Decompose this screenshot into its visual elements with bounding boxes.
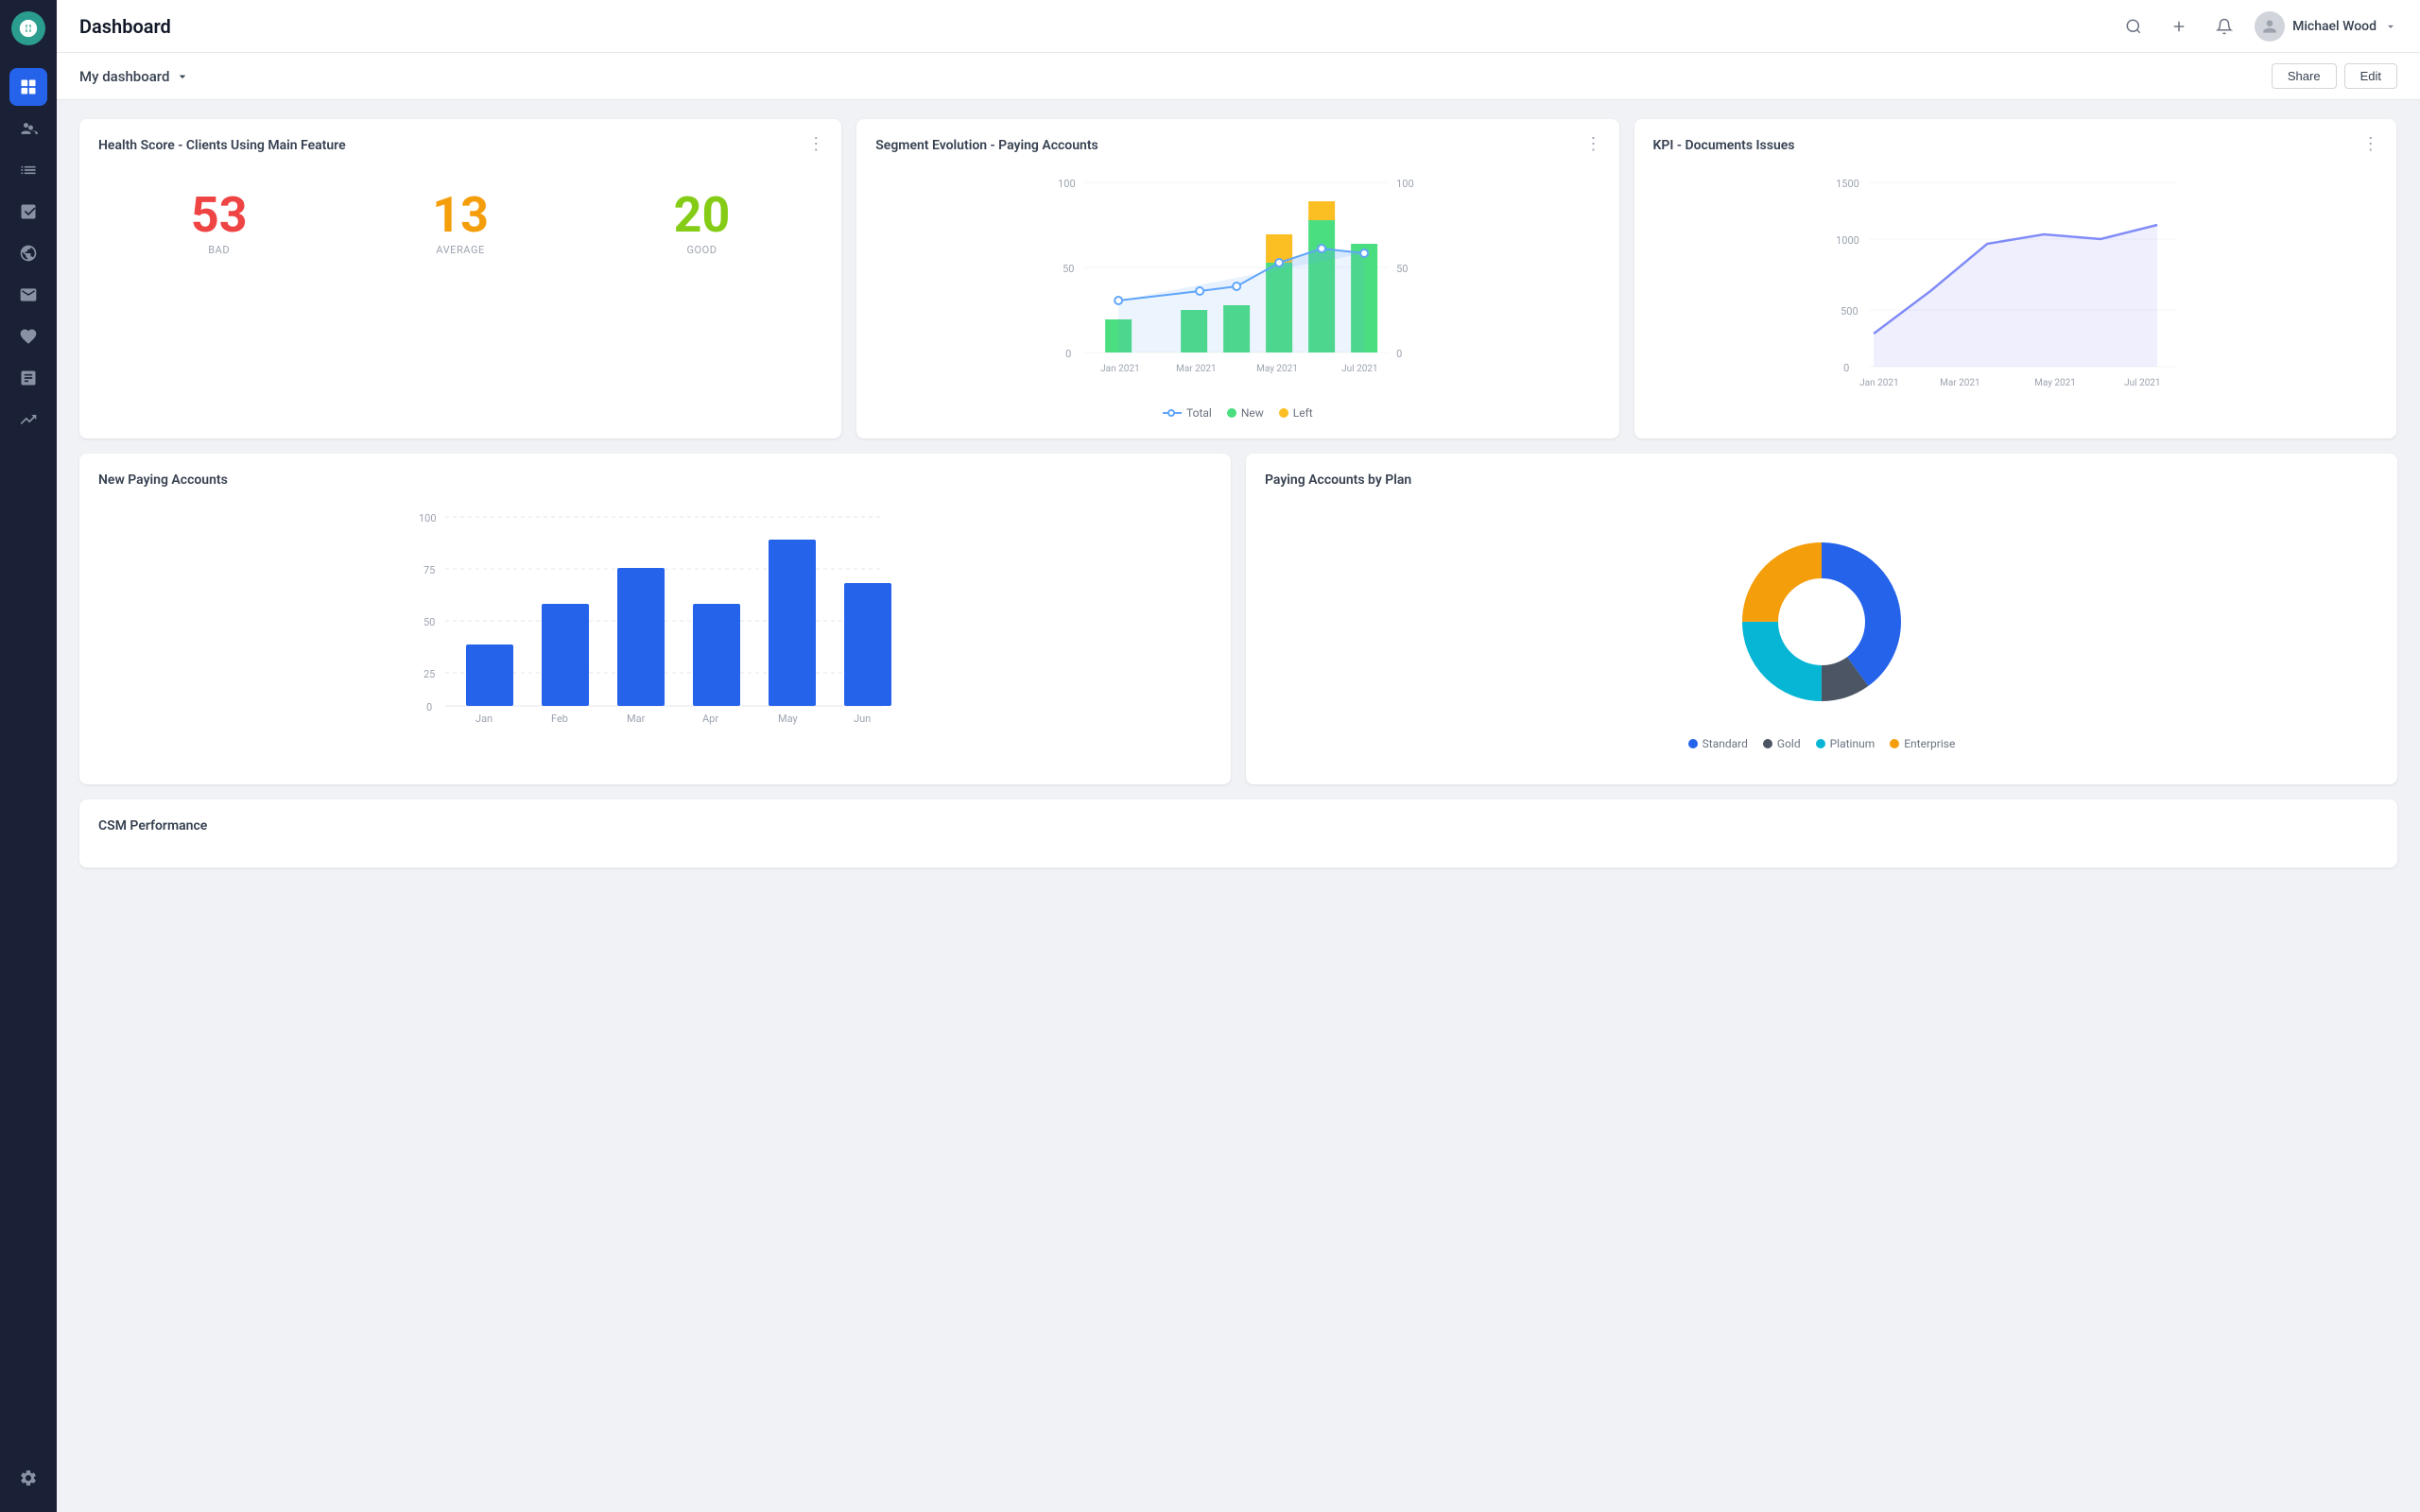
csm-performance-card: CSM Performance [79,799,2397,868]
sidebar-item-customers[interactable] [9,110,47,147]
page-title: Dashboard [79,15,2118,38]
new-paying-accounts-title: New Paying Accounts [98,472,1212,488]
sidebar-item-analytics[interactable] [9,401,47,438]
user-profile[interactable]: Michael Wood [2255,11,2397,42]
svg-text:75: 75 [424,564,435,576]
kpi-documents-card: KPI - Documents Issues ⋮ 1500 1000 500 0 [1634,119,2396,438]
add-button[interactable] [2164,11,2194,42]
sub-header: My dashboard Share Edit [57,53,2420,100]
health-score-content: 53 BAD 13 AVERAGE 20 GOOD [98,168,822,264]
health-score-card: Health Score - Clients Using Main Featur… [79,119,841,438]
dashboard-selector[interactable]: My dashboard [79,68,190,85]
donut-chart-container: Standard Gold Platinum Enterprise [1265,503,2378,765]
svg-text:50: 50 [424,616,435,628]
search-button[interactable] [2118,11,2149,42]
bad-label: BAD [191,244,248,256]
kpi-documents-menu[interactable]: ⋮ [2362,134,2381,154]
svg-text:50: 50 [1063,263,1074,275]
segment-legend: Total New Left [875,406,1599,420]
legend-new: New [1227,406,1264,420]
svg-text:Jul 2021: Jul 2021 [2124,378,2160,388]
average-value: 13 [432,191,489,240]
svg-text:100: 100 [419,512,437,524]
sidebar-item-dashboard[interactable] [9,68,47,106]
svg-text:100: 100 [1058,178,1076,190]
svg-text:Mar: Mar [627,713,646,725]
legend-enterprise: Enterprise [1890,737,1955,750]
sidebar-item-reports[interactable] [9,359,47,397]
svg-text:Jan: Jan [475,713,493,725]
top-cards-row: Health Score - Clients Using Main Featur… [79,119,2397,438]
svg-text:50: 50 [1396,263,1408,275]
svg-text:Mar 2021: Mar 2021 [1940,378,1980,388]
legend-standard: Standard [1688,737,1748,750]
segment-evolution-card: Segment Evolution - Paying Accounts ⋮ 10… [856,119,1618,438]
kpi-documents-chart: 1500 1000 500 0 Jan [1653,168,2377,418]
sub-header-actions: Share Edit [2272,63,2397,89]
plan-legend: Standard Gold Platinum Enterprise [1688,737,1956,750]
legend-platinum: Platinum [1816,737,1876,750]
sidebar-item-integrations[interactable] [9,234,47,272]
segment-evolution-menu[interactable]: ⋮ [1585,134,1604,154]
svg-text:Jul 2021: Jul 2021 [1341,364,1377,374]
svg-text:Jan 2021: Jan 2021 [1100,364,1139,374]
svg-text:May 2021: May 2021 [2034,378,2076,388]
header-actions: Michael Wood [2118,11,2397,42]
svg-text:Feb: Feb [551,713,568,725]
new-paying-accounts-chart: 100 75 50 25 0 [98,503,1212,743]
svg-text:1000: 1000 [1836,234,1859,247]
good-label: GOOD [674,244,731,256]
dashboard-name: My dashboard [79,68,169,85]
sidebar-item-inbox[interactable] [9,276,47,314]
csm-performance-title: CSM Performance [98,818,2378,833]
health-score-title: Health Score - Clients Using Main Featur… [98,138,822,153]
sidebar-item-list[interactable] [9,151,47,189]
average-label: AVERAGE [432,244,489,256]
legend-gold: Gold [1763,737,1801,750]
segment-evolution-chart: 100 50 0 100 50 0 [875,168,1599,399]
svg-text:Apr: Apr [702,713,718,725]
legend-left: Left [1279,406,1313,420]
paying-accounts-plan-card: Paying Accounts by Plan [1246,454,2397,784]
average-score: 13 AVERAGE [432,191,489,256]
user-name: Michael Wood [2292,19,2377,34]
svg-text:May: May [778,713,799,725]
svg-text:1500: 1500 [1836,178,1859,190]
sidebar [0,0,57,1512]
edit-button[interactable]: Edit [2344,63,2397,89]
avatar [2255,11,2285,42]
svg-text:0: 0 [1065,348,1071,360]
kpi-documents-title: KPI - Documents Issues [1653,138,2377,153]
sidebar-item-health[interactable] [9,318,47,355]
svg-text:Jan 2021: Jan 2021 [1859,378,1898,388]
notifications-button[interactable] [2209,11,2239,42]
share-button[interactable]: Share [2272,63,2337,89]
sidebar-item-tasks[interactable] [9,193,47,231]
good-score: 20 GOOD [674,191,731,256]
svg-text:100: 100 [1396,178,1414,190]
dashboard-content: Health Score - Clients Using Main Featur… [57,100,2420,1512]
bad-score: 53 BAD [191,191,248,256]
svg-text:0: 0 [1843,362,1849,374]
svg-text:25: 25 [424,668,435,680]
svg-text:Mar 2021: Mar 2021 [1176,364,1217,374]
app-logo[interactable] [11,11,45,45]
svg-text:0: 0 [1396,348,1402,360]
svg-text:May 2021: May 2021 [1256,364,1298,374]
segment-evolution-title: Segment Evolution - Paying Accounts [875,138,1599,153]
main-area: Dashboard Michael Wood My dashboard [57,0,2420,1512]
sidebar-item-settings[interactable] [9,1459,47,1497]
bottom-cards-row: New Paying Accounts 100 75 50 25 0 [79,454,2397,784]
svg-text:0: 0 [426,701,432,713]
bad-value: 53 [191,191,248,240]
paying-accounts-plan-title: Paying Accounts by Plan [1265,472,2378,488]
svg-text:Jun: Jun [854,713,871,725]
new-paying-accounts-card: New Paying Accounts 100 75 50 25 0 [79,454,1231,784]
header: Dashboard Michael Wood [57,0,2420,53]
good-value: 20 [674,191,731,240]
legend-total: Total [1163,406,1212,420]
svg-text:500: 500 [1841,305,1858,318]
health-score-menu[interactable]: ⋮ [807,134,826,154]
donut-chart [1718,518,1926,726]
